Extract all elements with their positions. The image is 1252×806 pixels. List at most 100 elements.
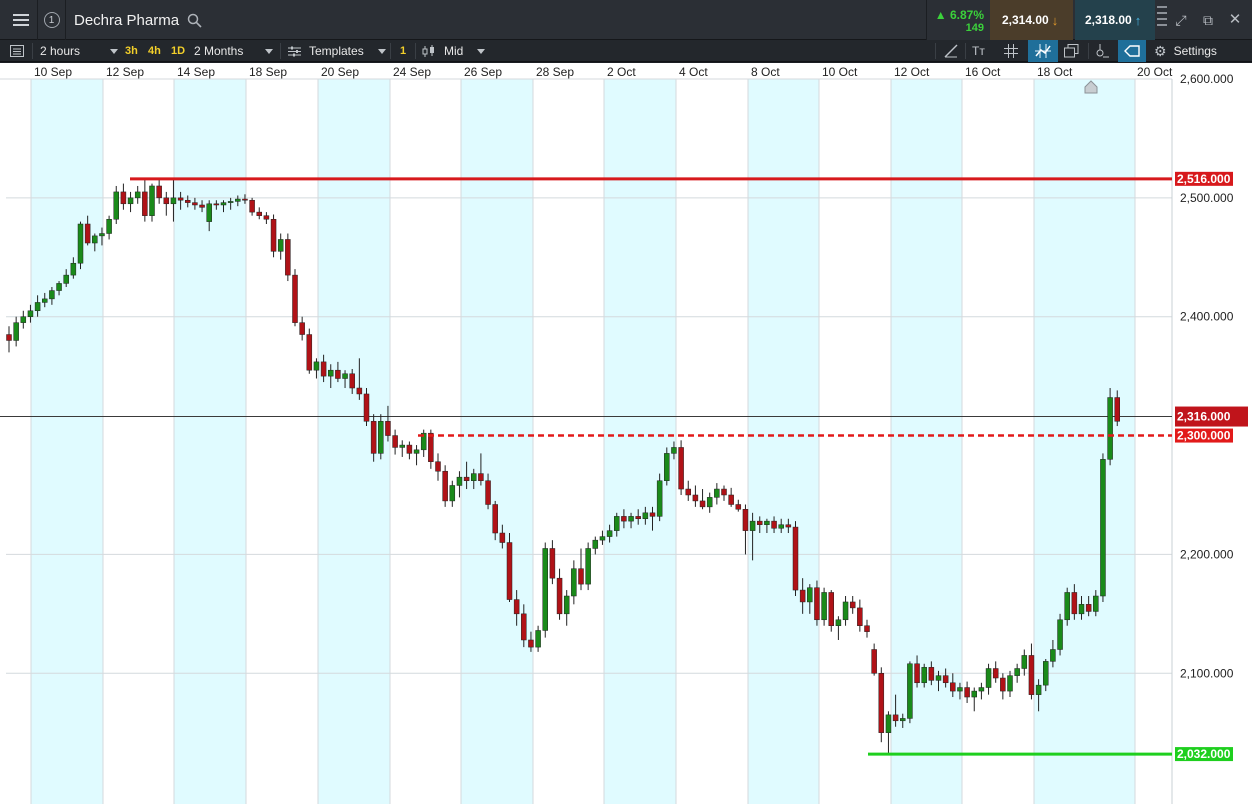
layout-icon[interactable] bbox=[10, 40, 24, 62]
candle-body bbox=[757, 520, 763, 525]
candle-body bbox=[399, 444, 405, 448]
candle-body bbox=[192, 202, 198, 206]
grip-icon[interactable] bbox=[1157, 6, 1167, 34]
candle-body bbox=[1064, 592, 1070, 621]
candle-body bbox=[885, 714, 892, 733]
crosshair-icon[interactable] bbox=[1095, 40, 1109, 62]
quick-interval-3h[interactable]: 3h bbox=[122, 43, 141, 59]
candle-body bbox=[356, 387, 363, 395]
close-icon[interactable]: ✕ bbox=[1227, 12, 1243, 28]
candle-body bbox=[678, 447, 684, 490]
candle-body bbox=[528, 639, 534, 648]
candle-body bbox=[20, 316, 27, 323]
candle-body bbox=[142, 191, 148, 216]
candle-body bbox=[413, 449, 420, 454]
x-tick-label: 20 Sep bbox=[321, 65, 359, 79]
x-tick-label: 14 Sep bbox=[177, 65, 215, 79]
candle-body bbox=[614, 516, 620, 531]
toolbar-divider bbox=[280, 43, 281, 59]
candle-body bbox=[449, 485, 456, 502]
candle-body bbox=[506, 542, 513, 600]
candle-body bbox=[964, 687, 970, 698]
sell-price: 2,314.00 bbox=[1002, 13, 1049, 27]
price-type-value: Mid bbox=[444, 44, 464, 58]
candle-body bbox=[842, 601, 849, 621]
candle-body bbox=[1007, 675, 1013, 692]
candle-body bbox=[485, 480, 491, 505]
text-icon[interactable]: Tт bbox=[972, 40, 985, 62]
candle-body bbox=[857, 607, 863, 626]
interval-select[interactable]: 2 hours bbox=[40, 40, 119, 62]
candle-body bbox=[642, 512, 649, 520]
candle-body bbox=[292, 274, 298, 323]
candle-body bbox=[1071, 592, 1078, 615]
candle-body bbox=[456, 476, 463, 486]
candle-body bbox=[814, 587, 820, 621]
candle-body bbox=[799, 589, 806, 603]
price-level-label: 2,032.000 bbox=[1177, 747, 1231, 761]
candle-body bbox=[735, 504, 742, 510]
candle-body bbox=[1021, 655, 1028, 669]
x-tick-label: 8 Oct bbox=[751, 65, 780, 79]
layers-icon[interactable] bbox=[1064, 40, 1079, 62]
templates-select[interactable]: Templates bbox=[288, 40, 386, 62]
day-shading-band bbox=[461, 79, 533, 804]
popout-icon[interactable]: ⧉ bbox=[1200, 12, 1216, 28]
candle-body bbox=[206, 203, 212, 222]
range-value: 2 Months bbox=[194, 44, 244, 58]
candle-body bbox=[935, 675, 942, 681]
candle-body bbox=[635, 516, 641, 520]
link-icon[interactable]: 1 bbox=[38, 0, 66, 40]
indicator-count-badge[interactable]: 1 bbox=[397, 43, 409, 59]
search-icon[interactable] bbox=[187, 13, 202, 28]
candle-body bbox=[263, 215, 270, 220]
candle-body bbox=[34, 302, 41, 312]
settings-button[interactable]: ⚙ Settings bbox=[1154, 40, 1217, 62]
x-tick-label: 12 Oct bbox=[894, 65, 930, 79]
candle-body bbox=[328, 369, 334, 377]
candle-body bbox=[1085, 604, 1092, 612]
expand-icon[interactable]: ⤢ bbox=[1173, 12, 1189, 28]
indicators-icon[interactable] bbox=[1028, 40, 1058, 62]
change-indicator: ▲ 6.87% 149 bbox=[926, 0, 990, 40]
candle-body bbox=[84, 223, 91, 244]
price-level-label: 2,516.000 bbox=[1177, 172, 1231, 186]
shape-icon[interactable] bbox=[1118, 40, 1146, 62]
candle-body bbox=[363, 393, 370, 422]
candle-body bbox=[656, 480, 663, 517]
buy-button[interactable]: 2,318.00 ↑ bbox=[1075, 0, 1155, 40]
day-shading-band bbox=[174, 79, 246, 804]
candle-body bbox=[835, 619, 842, 626]
quick-interval-4h[interactable]: 4h bbox=[145, 43, 164, 59]
candle-body bbox=[821, 592, 827, 621]
grid-icon[interactable] bbox=[1004, 40, 1018, 62]
candle-body bbox=[13, 322, 19, 341]
settings-icon: ⚙ bbox=[1154, 42, 1167, 59]
chart-area[interactable]: 10 Sep 12 Sep 14 Sep 18 Sep 20 Sep 24 Sep 26 S… bbox=[0, 63, 1252, 806]
candle-body bbox=[1078, 604, 1085, 615]
quick-interval-1d[interactable]: 1D bbox=[168, 43, 188, 59]
candle-body bbox=[134, 191, 141, 199]
candle-body bbox=[849, 601, 856, 609]
candle-body bbox=[392, 435, 398, 448]
instrument-name[interactable]: Dechra Pharma bbox=[74, 12, 179, 29]
candle-body bbox=[492, 504, 498, 534]
toolbar-divider bbox=[415, 43, 416, 59]
candle-body bbox=[113, 191, 119, 220]
price-chart[interactable]: 10 Sep 12 Sep 14 Sep 18 Sep 20 Sep 24 Sep 26 S… bbox=[0, 63, 1252, 806]
sell-button[interactable]: 2,314.00 ↓ bbox=[990, 0, 1073, 40]
candle-body bbox=[320, 361, 327, 377]
x-tick-label: 20 Oct bbox=[1137, 65, 1173, 79]
menu-icon[interactable] bbox=[4, 0, 38, 40]
candle-body bbox=[170, 197, 177, 205]
x-tick-label: 10 Oct bbox=[822, 65, 858, 79]
candle-body bbox=[699, 500, 706, 508]
range-select[interactable]: 2 Months bbox=[194, 40, 274, 62]
price-type-select[interactable]: Mid bbox=[422, 40, 486, 62]
candle-body bbox=[463, 476, 470, 481]
sell-arrow-icon: ↓ bbox=[1051, 12, 1059, 28]
draw-line-icon[interactable] bbox=[944, 40, 958, 62]
candle-body bbox=[871, 649, 877, 674]
candle-body bbox=[27, 310, 34, 317]
candle-body bbox=[592, 539, 599, 549]
